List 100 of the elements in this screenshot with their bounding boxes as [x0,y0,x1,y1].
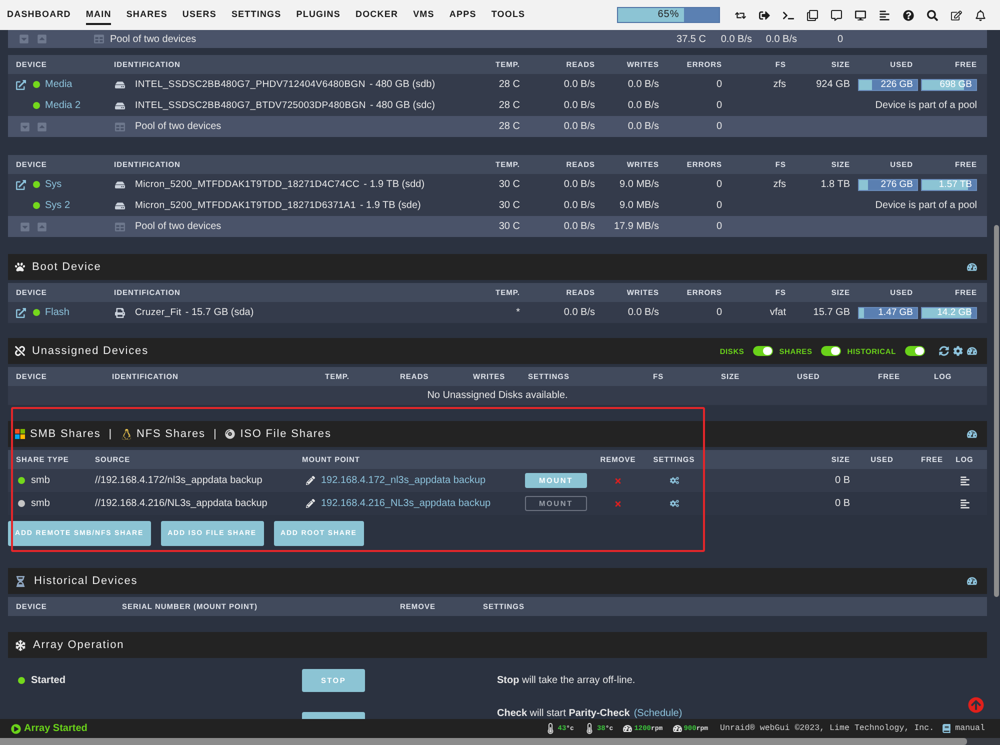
mount-point-link[interactable]: 192.168.4.216_NL3s_appdata backup [321,498,491,509]
gears-icon[interactable] [670,476,678,485]
writes-value: 0.0 B/s [628,79,659,90]
reads-value: 0.0 B/s [564,79,595,90]
edit-icon[interactable] [951,10,962,20]
external-link-icon[interactable] [16,180,26,190]
refresh-icon[interactable] [939,346,949,356]
logout-icon[interactable] [759,10,770,20]
scrollbar-thumb[interactable] [994,225,999,597]
monitor-icon[interactable] [855,10,866,20]
scrollbar-thumb[interactable] [0,738,967,745]
usage-label: 1.47 GB [878,308,913,318]
external-link-icon[interactable] [16,80,26,90]
device-model: Cruzer_Fit [135,307,182,318]
schedule-link[interactable]: (Schedule) [634,708,682,719]
size-value: 924 GB [816,79,850,90]
gauge-icon[interactable] [967,576,977,586]
search-icon[interactable] [927,10,938,20]
gauge-icon[interactable] [967,429,977,439]
drive-icon [115,180,125,190]
toggle-switch[interactable] [905,346,925,356]
nav-tab[interactable]: USERS [182,6,216,24]
cross-icon[interactable] [614,500,622,508]
reads-value: 0.0 B/s [720,34,752,44]
pencil-icon[interactable] [306,476,315,485]
terminal-icon[interactable] [783,10,794,20]
bell-icon[interactable] [975,10,986,20]
nav-tab[interactable]: SHARES [126,6,168,24]
list-icon[interactable] [879,10,890,20]
writes-value: 0.0 B/s [628,100,659,111]
temperature-text: 30 C [498,221,520,232]
section-title: Historical Devices [34,575,138,587]
mount-point-link[interactable]: 192.168.4.172_nl3s_appdata backup [321,475,486,486]
toggle-switch[interactable] [753,346,774,356]
gears-icon[interactable] [670,499,678,508]
nav-tab[interactable]: TOOLS [491,6,526,24]
lines-icon[interactable] [960,476,970,486]
temperature-text: 28 C [498,100,520,111]
filesystem-text: vfat [770,307,786,318]
gauge-icon[interactable] [967,262,977,272]
filesystem-text: zfs [773,179,786,190]
nav-tab[interactable]: PLUGINS [296,6,340,24]
temperature-text: 30 C [498,179,520,190]
pool-member-note: Device is part of a pool [875,100,977,111]
progress-label: 65% [658,8,680,22]
help-icon[interactable] [903,10,914,20]
reads-value: 0.0 B/s [564,307,595,318]
device-name-link[interactable]: Sys [45,179,62,190]
pencil-icon[interactable] [306,499,315,508]
section-link[interactable]: SMB Shares [30,428,101,440]
nav-tab[interactable]: SETTINGS [231,6,282,24]
device-capacity: - 1.9 TB (sdd) [364,179,425,190]
action-description: Stop will take the array off-line. [497,676,636,686]
device-capacity: - 480 GB (sdc) [370,100,436,111]
penguin-icon [120,428,132,440]
manual-link[interactable]: manual [955,724,985,733]
pool-description: Pool of two devices [110,34,196,44]
section-link[interactable]: ISO File Shares [240,428,332,440]
repeat-icon[interactable] [735,10,746,20]
arrow-up-icon[interactable] [968,697,984,713]
nav-tab[interactable]: DOCKER [355,6,398,24]
title-separator: | [108,428,113,440]
table-icon [115,122,125,132]
device-name-link[interactable]: Media [45,79,72,90]
device-model: Micron_5200_MTFDDAK1T9TDD_18271D6371A1 [135,200,356,211]
section-title: Boot Device [32,261,102,273]
paw-icon [15,262,25,272]
section-link[interactable]: NFS Shares [136,428,206,440]
nav-tab[interactable]: DASHBOARD [7,6,71,24]
snowflake-icon [15,640,26,650]
device-name-link[interactable]: Media 2 [45,100,81,111]
comment-icon[interactable] [831,10,842,20]
array-status: Started [31,675,66,686]
reads-value: 0.0 B/s [564,121,595,132]
section-title: Unassigned Devices [32,345,148,357]
pool-description: Pool of two devices [135,121,222,132]
gauge-icon[interactable] [967,346,977,356]
lines-icon[interactable] [960,498,970,508]
nav-tab[interactable]: VMS [413,6,434,24]
errors-count: 0 [716,100,722,111]
copy-icon[interactable] [807,10,818,20]
size-value: 0 B [834,498,850,509]
usage-label: 226 GB [880,80,913,90]
nav-tab[interactable]: MAIN [86,6,112,24]
device-name-link[interactable]: Flash [45,307,70,318]
errors-count: 0 [837,34,843,44]
reads-value: 0.0 B/s [564,200,595,211]
pool-description: Pool of two devices [135,221,222,232]
share-type: smb [31,475,50,486]
toggle-switch[interactable] [821,346,842,356]
size-value: 1.8 TB [820,179,850,190]
device-capacity: - 480 GB (sdb) [369,79,436,90]
broken-link-icon [15,346,25,356]
errors-count: 0 [716,179,722,190]
drive-icon [115,80,125,90]
settings-icon[interactable] [953,346,963,356]
external-link-icon[interactable] [16,308,26,318]
device-name-link[interactable]: Sys 2 [45,200,70,211]
table-icon [94,34,104,44]
nav-tab[interactable]: APPS [449,6,476,24]
